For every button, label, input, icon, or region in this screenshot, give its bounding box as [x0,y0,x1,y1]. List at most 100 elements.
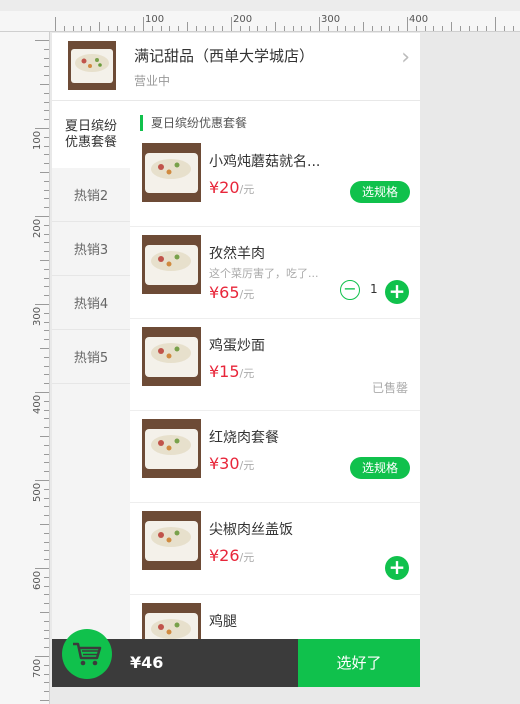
add-to-cart-button[interactable]: + [385,556,409,580]
ruler-tick [433,26,435,31]
ruler-tick [44,224,49,226]
ruler-tick [35,216,49,217]
dish-name: 尖椒肉丝盖饭 [209,522,293,538]
ruler-tick [336,26,338,31]
price-unit: /元 [239,183,255,196]
decrease-quantity-button[interactable]: − [340,280,360,300]
dish-image [142,235,201,294]
select-spec-button[interactable]: 选规格 [350,181,410,203]
ruler-tick [301,26,303,31]
ruler-tick [44,66,49,68]
quantity-value: 1 [370,282,378,296]
ruler-tick [63,26,65,31]
ruler-tick [389,26,391,31]
ruler-tick [81,26,83,31]
shop-header[interactable]: 满记甜品（西单大学城店） 营业中 › [52,33,420,101]
ruler-tick [292,26,294,31]
price-value: ¥15 [209,362,240,381]
sidebar-item-hot4[interactable]: 热销4 [52,276,130,330]
dish-image [142,143,201,202]
list-item[interactable]: 红烧肉套餐 ¥30/元 选规格 [130,411,420,503]
ruler-tick [283,26,285,31]
sidebar-item-summer-combo[interactable]: 夏日缤纷 优惠套餐 [52,101,130,168]
ruler-tick [44,101,49,103]
sidebar-item-hot5[interactable]: 热销5 [52,330,130,384]
ruler-tick [44,497,49,499]
ruler-tick [44,339,49,341]
ruler-tick [99,22,100,31]
ruler-label: 100 [145,14,165,25]
cart-bar: ¥46 选好了 [52,629,420,687]
ruler-tick [44,682,49,684]
price-unit: /元 [239,551,255,564]
price-value: ¥65 [209,283,240,302]
list-item[interactable]: 小鸡炖蘑菇就名... ¥20/元 选规格 [130,135,420,227]
list-item[interactable]: 尖椒肉丝盖饭 ¥26/元 + [130,503,420,595]
ruler-tick [35,480,49,481]
ruler-tick [107,26,109,31]
ruler-label: 400 [32,394,43,414]
checkout-button[interactable]: 选好了 [298,639,420,687]
sidebar-item-hot3[interactable]: 热销3 [52,222,130,276]
ruler-tick [44,506,49,508]
ruler-tick [44,541,49,543]
ruler-tick [44,198,49,200]
select-spec-button[interactable]: 选规格 [350,457,410,479]
ruler-tick [44,471,49,473]
ruler-tick [44,488,49,490]
mobile-screen: 满记甜品（西单大学城店） 营业中 › 夏日缤纷 优惠套餐 热销2 热销3 热销4… [52,33,420,687]
product-list: 夏日缤纷优惠套餐 小鸡炖蘑菇就名... ¥20/元 选规格 孜然羊肉 这个菜厉害… [130,101,420,662]
ruler-tick [40,700,49,701]
ruler-tick [486,26,488,31]
ruler-tick [44,365,49,367]
ruler-tick [442,26,444,31]
ruler-tick [213,26,215,31]
ruler-tick [44,427,49,429]
ruler-tick [44,312,49,314]
list-item[interactable]: 孜然羊肉 这个菜厉害了，吃了... ¥65/元 − 1 + [130,227,420,319]
ruler-tick [44,462,49,464]
shopping-cart-icon [73,642,102,666]
increase-quantity-button[interactable]: + [385,280,409,304]
ruler-tick [44,647,49,649]
ruler-tick [451,22,452,31]
ruler-tick [125,26,127,31]
ruler-tick [40,612,49,613]
ruler-tick [44,691,49,693]
ruler-tick [35,128,49,129]
ruler-tick [35,656,49,657]
ruler-tick [44,233,49,235]
ruler-tick [35,304,49,305]
ruler-tick [44,321,49,323]
ruler-tick [169,26,171,31]
ruler-tick [40,84,49,85]
horizontal-ruler: 100 200 300 400 [0,0,520,32]
shop-status: 营业中 [134,74,171,88]
ruler-tick [187,22,188,31]
dish-price: ¥65/元 [209,283,254,305]
cart-button[interactable] [62,629,112,679]
ruler-tick [354,26,356,31]
ruler-label: 400 [409,14,429,25]
ruler-label: 600 [32,570,43,590]
ruler-tick [44,57,49,59]
ruler-tick [327,26,329,31]
sidebar-item-label: 热销3 [73,243,109,258]
chevron-right-icon[interactable]: › [401,47,410,69]
price-value: ¥20 [209,178,240,197]
list-item[interactable]: 鸡蛋炒面 ¥15/元 已售罄 [130,319,420,411]
ruler-tick [195,26,197,31]
ruler-tick [512,26,514,31]
ruler-tick [35,392,49,393]
ruler-tick [44,295,49,297]
ruler-tick [44,268,49,270]
category-title: 夏日缤纷优惠套餐 [140,115,247,131]
ruler-tick [44,242,49,244]
ruler-label: 200 [32,218,43,238]
dish-price: ¥20/元 [209,178,254,200]
ruler-tick [72,26,74,31]
ruler-tick [44,356,49,358]
price-unit: /元 [239,288,255,301]
sidebar-item-hot2[interactable]: 热销2 [52,168,130,222]
ruler-tick [178,26,180,31]
